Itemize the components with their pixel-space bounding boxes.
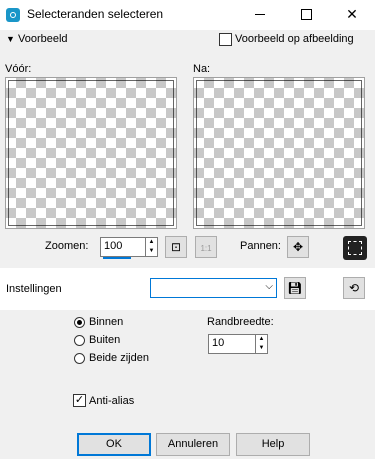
preview-toggle-label: Voorbeeld <box>17 33 68 45</box>
spin-down-icon[interactable]: ▼ <box>256 344 267 353</box>
checkmark-icon: ✓ <box>74 394 85 406</box>
after-label: Na: <box>193 63 211 75</box>
pan-button[interactable]: ✥ <box>287 236 309 258</box>
radio-beide-zijden[interactable] <box>74 353 85 364</box>
radio-binnen-label: Binnen <box>89 316 124 328</box>
border-width-value: 10 <box>212 337 225 349</box>
spin-up-icon[interactable]: ▲ <box>146 238 157 247</box>
before-preview[interactable] <box>5 77 177 229</box>
spin-down-icon[interactable]: ▼ <box>146 247 157 256</box>
before-label: Vóór: <box>5 63 32 75</box>
save-settings-button[interactable]: 💾︎ <box>284 277 306 299</box>
zoom-spinner[interactable]: 100 ▲ ▼ <box>100 237 158 259</box>
maximize-button[interactable] <box>283 0 329 30</box>
settings-label: Instellingen <box>6 283 62 295</box>
triangle-down-icon: ▼ <box>6 34 15 44</box>
anti-alias-label: Anti-alias <box>89 395 135 407</box>
radio-beide-zijden-label: Beide zijden <box>89 352 149 364</box>
pan-label: Pannen: <box>240 240 281 252</box>
settings-dropdown[interactable]: ⌵ <box>150 278 277 298</box>
after-preview <box>193 77 365 229</box>
close-button[interactable]: ✕ <box>329 0 375 30</box>
actual-size-icon: 1:1 <box>200 244 212 253</box>
maximize-icon <box>301 9 312 20</box>
zoom-value: 100 <box>104 240 123 252</box>
title-bar: Selecteranden selecteren ✕ <box>0 0 375 30</box>
cancel-button[interactable]: Annuleren <box>156 433 230 456</box>
zoom-spin-buttons[interactable]: ▲ ▼ <box>145 238 157 256</box>
border-width-spinner[interactable]: 10 ▲ ▼ <box>208 334 268 354</box>
spin-up-icon[interactable]: ▲ <box>256 335 267 344</box>
preview-toggle[interactable]: ▼ Voorbeeld <box>6 33 68 45</box>
radio-binnen[interactable] <box>74 317 85 328</box>
reset-settings-button[interactable]: ⟲ <box>343 277 365 299</box>
radio-buiten[interactable] <box>74 335 85 346</box>
help-button[interactable]: Help <box>236 433 310 456</box>
ok-button[interactable]: OK <box>77 433 151 456</box>
border-width-label: Randbreedte: <box>207 316 274 328</box>
app-icon <box>6 8 20 22</box>
settings-band: Instellingen ⌵ 💾︎ ⟲ <box>0 268 375 310</box>
zoom-fit-button[interactable]: ⊡ <box>165 236 187 258</box>
dashed-selection-icon <box>348 241 362 255</box>
close-icon: ✕ <box>346 6 358 22</box>
minimize-button[interactable] <box>237 0 283 30</box>
preview-on-image-checkbox[interactable] <box>219 33 232 46</box>
chevron-down-icon: ⌵ <box>265 281 273 292</box>
border-width-spin-buttons[interactable]: ▲ ▼ <box>255 335 267 353</box>
save-icon: 💾︎ <box>287 281 303 295</box>
radio-buiten-label: Buiten <box>89 334 121 346</box>
window-title: Selecteranden selecteren <box>27 7 164 21</box>
zoom-actual-size-button[interactable]: 1:1 <box>195 236 217 258</box>
zoom-fit-icon: ⊡ <box>170 240 182 254</box>
minimize-icon <box>255 14 265 15</box>
selection-preview-button[interactable] <box>343 236 367 260</box>
preview-on-image-label: Voorbeeld op afbeelding <box>235 33 354 45</box>
zoom-focus-underline <box>103 257 131 259</box>
zoom-label: Zoomen: <box>45 240 89 252</box>
reset-icon: ⟲ <box>348 281 360 295</box>
anti-alias-checkbox[interactable]: ✓ <box>73 394 86 407</box>
options-panel: Binnen Buiten Beide zijden Randbreedte: … <box>0 310 375 459</box>
pan-move-icon: ✥ <box>292 240 304 254</box>
